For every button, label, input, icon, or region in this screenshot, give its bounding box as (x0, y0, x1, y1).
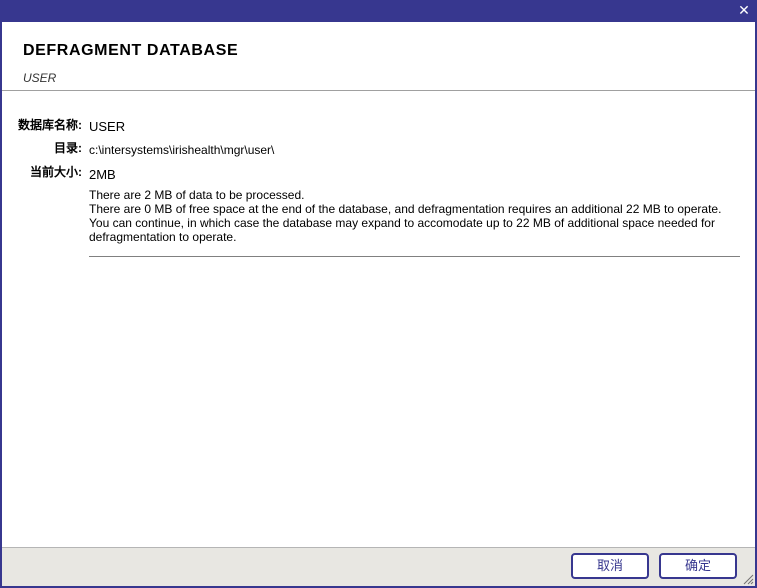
directory-value: c:\intersystems\irishealth\mgr\user\ (89, 143, 275, 157)
message-line: There are 2 MB of data to be processed. (89, 188, 305, 202)
ok-button[interactable]: 确定 (659, 553, 737, 579)
cancel-button[interactable]: 取消 (571, 553, 649, 579)
page-subtitle: USER (23, 71, 57, 85)
message-line: defragmentation to operate. (89, 230, 237, 244)
dialog-header: DEFRAGMENT DATABASE USER (2, 22, 755, 91)
defrag-message: There are 2 MB of data to be processed. … (89, 188, 740, 244)
resize-grip-icon[interactable] (742, 573, 754, 585)
message-line: There are 0 MB of free space at the end … (89, 202, 722, 216)
db-name-value: USER (89, 119, 126, 134)
content-divider (89, 256, 740, 257)
defragment-dialog: ✕ DEFRAGMENT DATABASE USER 数据库名称: USER 目… (0, 0, 757, 588)
directory-label: 目录: (54, 141, 82, 155)
close-icon[interactable]: ✕ (736, 3, 752, 19)
current-size-label: 当前大小: (30, 165, 82, 179)
message-line: You can continue, in which case the data… (89, 216, 715, 230)
current-size-value: 2MB (89, 167, 116, 182)
dialog-titlebar[interactable]: ✕ (2, 2, 755, 22)
db-name-label: 数据库名称: (18, 118, 82, 132)
dialog-footer: 取消 确定 (2, 547, 755, 586)
page-title: DEFRAGMENT DATABASE (23, 42, 239, 59)
